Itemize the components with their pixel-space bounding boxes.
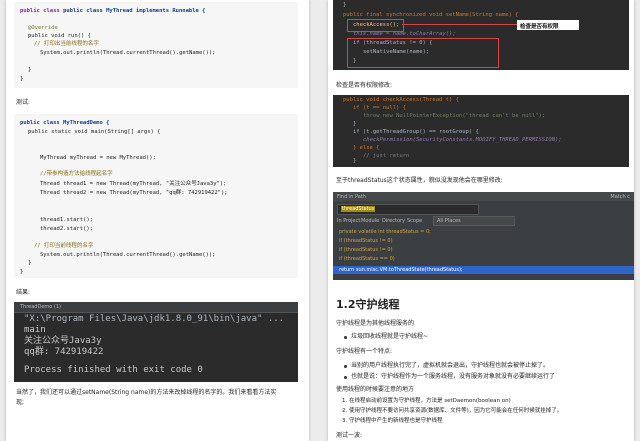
numbered-item: 2. 使用守护线程不要访问共享资源(数据库、文件等)，因为它可能会在任何时候就挂…	[342, 408, 563, 414]
code-line: }	[20, 76, 24, 82]
code-line: }	[28, 260, 32, 266]
console-line: main	[24, 325, 46, 335]
code-line: }	[353, 158, 357, 164]
document-page-right: } public final synchronized void setName…	[328, 0, 634, 441]
find-scope-options: In Project Module Directory Scope	[337, 217, 427, 224]
highlight-box	[347, 38, 499, 68]
callout-label: 检查是否有权限	[517, 20, 579, 30]
code-line: }	[28, 67, 32, 73]
bullet-dot	[344, 376, 347, 379]
console-output: ThreadDemo (1) "X:\Program Files\Java\jd…	[14, 302, 298, 382]
label-test: 测试:	[16, 99, 31, 106]
label-check: 检查是否有权限修改:	[336, 82, 393, 89]
ide-code-setname: } public final synchronized void setName…	[333, 0, 629, 70]
code-line: }	[20, 269, 24, 275]
code-line: // just return	[363, 153, 410, 159]
find-result-text: if (threadStatus != 0)	[339, 238, 393, 244]
code-line: public class MyThreadDemo {	[20, 120, 110, 126]
label-result: 结果:	[16, 289, 31, 296]
ide-code-checkaccess: public void checkAccess(Thread t) { if (…	[333, 95, 629, 167]
scope-dropdown[interactable]: All Places	[433, 216, 515, 226]
console-line: "X:\Program Files\Java\jdk1.8.0_91\bin\j…	[24, 314, 285, 324]
find-title: Find in Path	[337, 194, 366, 200]
paragraph: 测试一波:	[336, 432, 363, 439]
scope-option[interactable]: Directory	[382, 218, 405, 224]
numbered-item: 3. 守护线程中产生的新线程也是守护线程	[342, 418, 443, 424]
numbered-item: 1. 在线程启动前设置为守护线程，方法是 setDaemon(boolean o…	[342, 398, 511, 404]
console-line: 关注公众号Java3y	[24, 336, 102, 346]
code-line: public void checkAccess(Thread t) {	[343, 97, 459, 103]
match-case-checkbox[interactable]: Match c	[610, 194, 630, 200]
find-result-text: if (threadStatus == 0)	[339, 256, 395, 262]
find-result-row[interactable]: if (threadStatus == 0)	[333, 255, 634, 262]
code-line: Thread thread1 = new Thread(myThread, "关…	[40, 181, 227, 187]
find-query: threadStatus	[341, 206, 376, 212]
scope-option[interactable]: In Project	[337, 218, 360, 224]
code-line: @Override	[28, 25, 58, 31]
paragraph-line: 现;	[16, 399, 25, 406]
code-line: MyThread myThread = new MyThread();	[40, 155, 156, 161]
find-in-path-dialog: Find in Path Match c threadStatus In Pro…	[333, 192, 634, 280]
find-result-text: return sun.misc.VM.toThreadState(threadS…	[339, 267, 463, 273]
find-result-row[interactable]: if (threadStatus != 0)	[333, 237, 634, 244]
code-line: if (t == null) {	[353, 105, 406, 111]
find-result-row-selected[interactable]: return sun.misc.VM.toThreadState(threadS…	[333, 266, 634, 274]
code-line: this.name = name.toCharArray();	[353, 31, 456, 37]
code-line: System.out.println(Thread.currentThread(…	[40, 50, 216, 56]
bullet-item: 垃圾回收线程就是守护线程~	[351, 333, 429, 340]
code-line: public void run() {	[28, 33, 91, 39]
find-titlebar: Find in Path Match c	[333, 192, 634, 201]
bullet-dot	[344, 336, 347, 339]
bullet-dot	[344, 365, 347, 368]
code-line: }	[353, 121, 357, 127]
scope-option[interactable]: Scope	[407, 218, 422, 224]
code-line: }	[343, 2, 347, 8]
section-heading: 1.2守护线程	[336, 298, 400, 311]
code-line: System.out.println(Thread.currentThread(…	[40, 252, 216, 258]
code-line: throw new NullPointerException("thread c…	[363, 113, 546, 119]
code-line: Thread thread2 = new Thread(myThread, "q…	[40, 190, 228, 196]
paragraph: 守护线程是为其他线程服务的	[336, 320, 415, 327]
paragraph-line: 当然了，我们还可以通过setName(String name)的方法来改掉线程的…	[16, 389, 277, 396]
find-result-text: if (threadStatus != 0)	[339, 247, 393, 253]
find-result-row[interactable]: private volatile int threadStatus = 0;	[333, 228, 634, 235]
find-result-text: private volatile int threadStatus = 0;	[339, 229, 431, 235]
code-block-mythreaddemo: public class MyThreadDemo { public stati…	[14, 114, 298, 278]
scope-dropdown-value: All Places	[437, 218, 461, 224]
paragraph: 使用线程的时候要注意的地方	[336, 386, 415, 393]
code-block-mythread: public class public class MyThread imple…	[14, 2, 298, 88]
arrow-line	[402, 24, 517, 25]
console-line: Process finished with exit code 0	[24, 365, 203, 375]
scope-option[interactable]: Module	[361, 218, 379, 224]
console-titlebar: ThreadDemo (1)	[14, 302, 298, 313]
code-line: } else {	[353, 145, 380, 151]
paragraph: 守护线程有一个特点:	[336, 348, 393, 355]
code-line: public final synchronized void setName(S…	[343, 12, 519, 18]
code-line: // 打印当前线程的名字	[34, 243, 94, 249]
highlight-box	[347, 19, 404, 32]
find-search-input[interactable]: threadStatus	[337, 204, 479, 215]
console-title: ThreadDemo (1)	[20, 304, 62, 310]
code-line: //带参构造方法给线程起名字	[40, 171, 113, 177]
document-page-left: public class public class MyThread imple…	[6, 0, 309, 441]
code-line: public static void main(String[] args) {	[28, 129, 161, 135]
code-line: checkPermission(SecurityConstants.MODIFY…	[363, 137, 562, 143]
callout-text: 检查是否有权限	[520, 24, 559, 30]
code-line: thread2.start();	[40, 226, 93, 232]
code-line: if (t.getThreadGroup() == rootGroup) {	[353, 129, 479, 135]
label-status: 至于threadStatus这个状态属性，貌似没发现他会在哪里修改:	[336, 177, 503, 184]
find-result-row[interactable]: if (threadStatus != 0)	[333, 246, 634, 253]
code-line: // 打印出当前线程的名字	[34, 41, 99, 47]
console-line: qq群: 742919422	[24, 347, 104, 357]
code-line: public class MyThread implements Runnabl…	[63, 8, 206, 14]
bullet-item: 也就是说：守护线程作为一个服务线程，没有服务对象就没有必要继续运行了	[351, 373, 556, 380]
code-line: thread1.start();	[40, 217, 93, 223]
bullet-item: 当别的用户线程执行完了，虚拟机就会退出，守护线程也就会被停止掉了。	[351, 362, 550, 369]
